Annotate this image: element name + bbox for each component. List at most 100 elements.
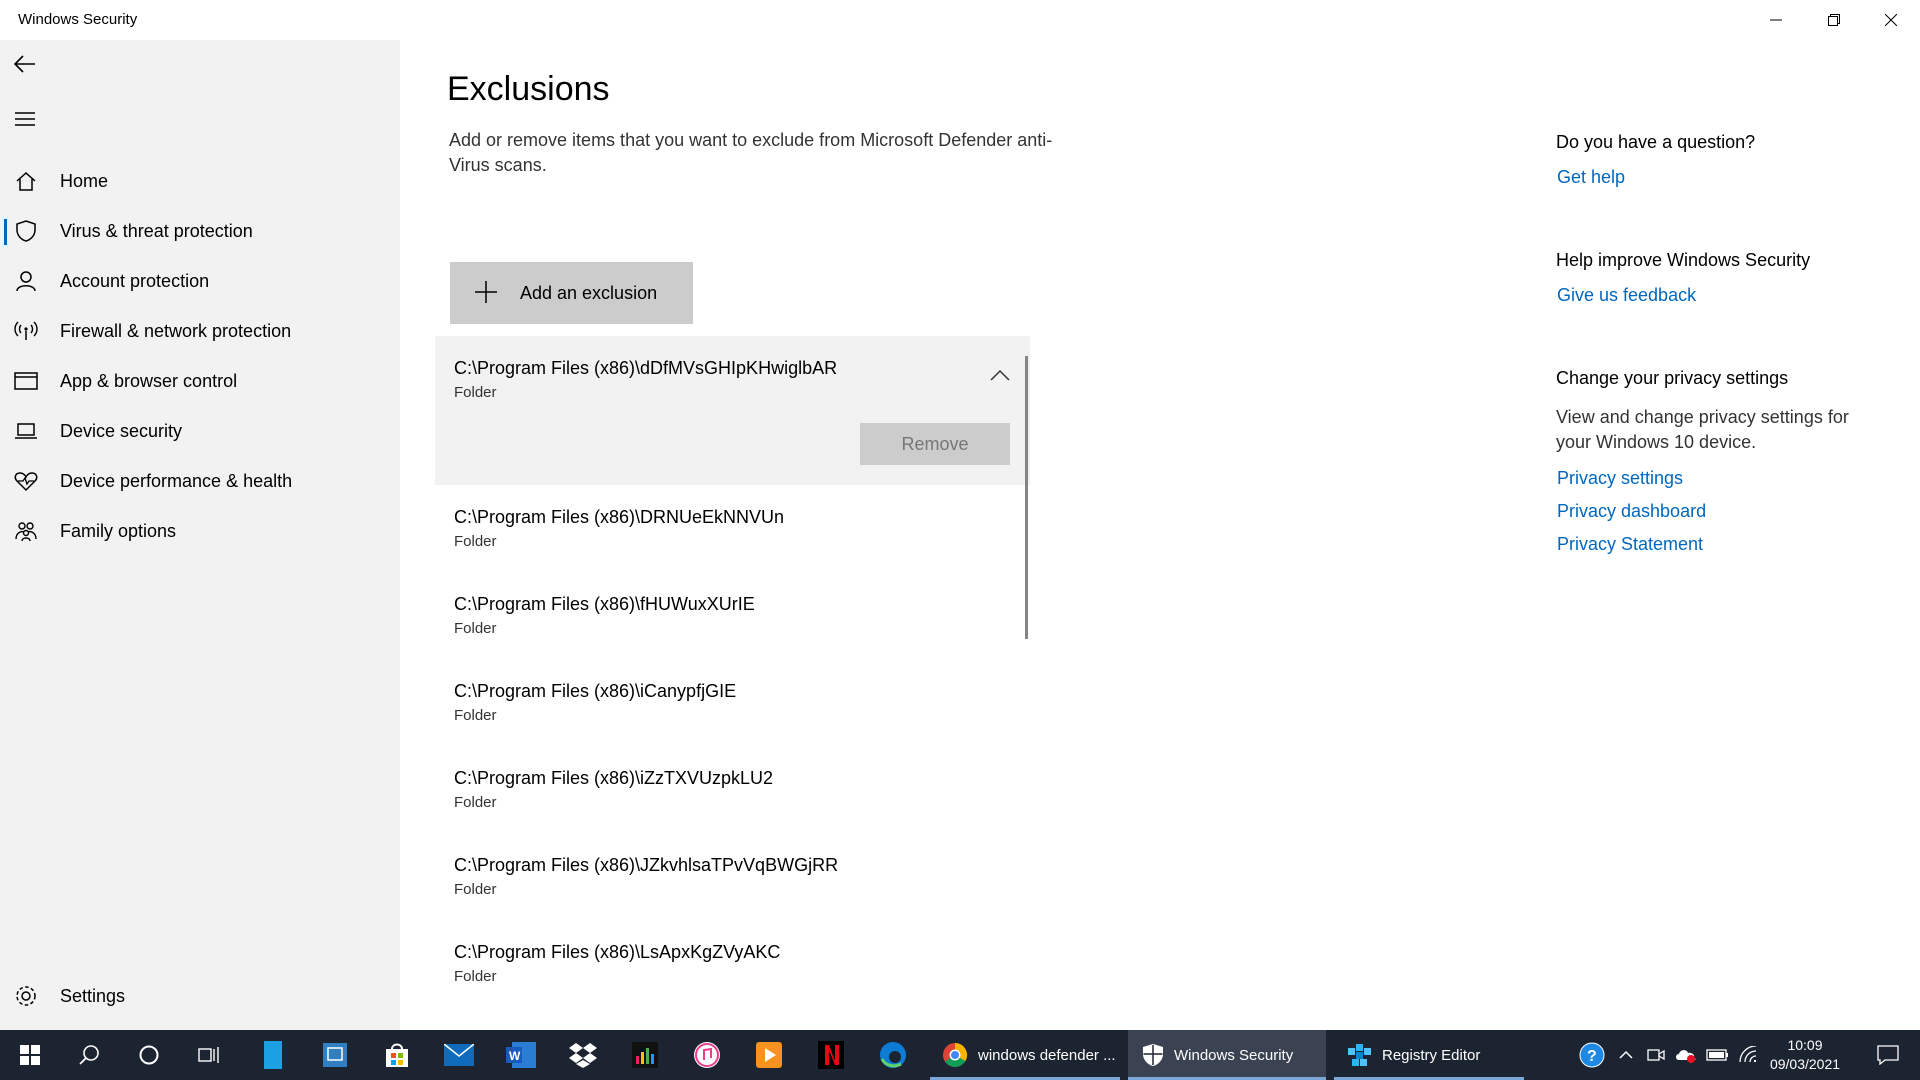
dropbox-taskbar[interactable] xyxy=(554,1030,612,1080)
right-panel: Do you have a question? Get help Help im… xyxy=(1556,40,1920,1030)
sidebar-item-account-protection[interactable]: Account protection xyxy=(0,258,400,304)
edge-taskbar[interactable] xyxy=(864,1030,922,1080)
taskbar-window-registry-editor[interactable]: Registry Editor xyxy=(1334,1030,1524,1080)
start-button[interactable] xyxy=(0,1030,60,1080)
sidebar-item-settings[interactable]: Settings xyxy=(0,973,400,1019)
exclusion-type: Folder xyxy=(454,384,497,401)
exclusion-item[interactable]: C:\Program Files (x86)\dDfMVsGHIpKHwiglb… xyxy=(435,336,1030,485)
task-view-button[interactable] xyxy=(180,1030,238,1080)
sidebar-item-device-security[interactable]: Device security xyxy=(0,408,400,454)
itunes-icon xyxy=(694,1042,720,1068)
taskbar-window-chrome[interactable]: windows defender ... xyxy=(930,1030,1120,1080)
media-player-icon xyxy=(756,1042,782,1068)
windows-start-icon xyxy=(20,1045,40,1065)
netflix-taskbar[interactable] xyxy=(802,1030,860,1080)
privacy-dashboard-link[interactable]: Privacy dashboard xyxy=(1557,501,1706,522)
restore-icon xyxy=(1828,14,1840,26)
sidebar-item-label: Home xyxy=(60,170,109,191)
taskbar-window-windows-security[interactable]: Windows Security xyxy=(1128,1030,1326,1080)
sidebar-item-device-performance[interactable]: Device performance & health xyxy=(0,458,400,504)
chrome-icon xyxy=(943,1043,968,1067)
onedrive-tray[interactable] xyxy=(1672,1030,1700,1080)
task-view-icon xyxy=(198,1047,219,1063)
battery-tray[interactable] xyxy=(1704,1030,1732,1080)
battery-icon xyxy=(1706,1049,1728,1061)
chevron-up-icon[interactable] xyxy=(989,368,1011,382)
search-button[interactable] xyxy=(60,1030,118,1080)
privacy-description: View and change privacy settings for you… xyxy=(1556,407,1849,452)
wifi-tray[interactable] xyxy=(1734,1030,1762,1080)
action-center-icon xyxy=(1877,1045,1899,1065)
clock[interactable]: 10:09 09/03/2021 xyxy=(1760,1036,1850,1074)
wireless-icon xyxy=(12,317,40,345)
help-icon: ? xyxy=(1579,1042,1605,1068)
cortana-button[interactable] xyxy=(120,1030,178,1080)
word-taskbar[interactable]: W xyxy=(492,1030,550,1080)
audio-app-taskbar[interactable] xyxy=(616,1030,674,1080)
action-center-button[interactable] xyxy=(1860,1030,1916,1080)
main-content: Exclusions Add or remove items that you … xyxy=(400,40,1500,1030)
shield-icon xyxy=(12,217,40,245)
search-icon xyxy=(79,1045,99,1065)
page-description: Add or remove items that you want to exc… xyxy=(449,130,1053,175)
privacy-statement-link[interactable]: Privacy Statement xyxy=(1557,534,1703,555)
sidebar-item-home[interactable]: Home xyxy=(0,158,400,204)
exclusion-type: Folder xyxy=(454,533,497,550)
window-title: Windows Security xyxy=(18,11,138,28)
taskbar-window-label: Registry Editor xyxy=(1382,1046,1481,1064)
store-taskbar[interactable] xyxy=(368,1030,426,1080)
close-button[interactable] xyxy=(1863,0,1919,40)
chevron-up-icon xyxy=(1619,1050,1633,1059)
sidebar-item-label: Device security xyxy=(60,420,183,441)
privacy-settings-link[interactable]: Privacy settings xyxy=(1557,468,1683,489)
question-heading: Do you have a question? xyxy=(1556,132,1756,152)
exclusion-type: Folder xyxy=(454,968,497,985)
file-explorer-taskbar[interactable] xyxy=(244,1030,302,1080)
sidebar-item-label: Settings xyxy=(60,985,126,1006)
home-icon xyxy=(12,167,40,195)
page-title: Exclusions xyxy=(447,70,610,108)
file-explorer-icon xyxy=(264,1041,282,1069)
sidebar-item-family-options[interactable]: Family options xyxy=(0,508,400,554)
meet-now-icon xyxy=(1647,1049,1665,1061)
heart-pulse-icon xyxy=(12,467,40,495)
sidebar-item-virus-threat-protection[interactable]: Virus & threat protection xyxy=(0,208,400,254)
list-scrollbar[interactable] xyxy=(1025,356,1028,639)
exclusion-type: Folder xyxy=(454,707,497,724)
sidebar-item-firewall-network[interactable]: Firewall & network protection xyxy=(0,308,400,354)
get-help-link[interactable]: Get help xyxy=(1557,167,1625,188)
sidebar-item-label: Firewall & network protection xyxy=(60,320,292,341)
back-button[interactable] xyxy=(10,49,40,79)
windows-security-icon xyxy=(1143,1044,1163,1066)
taskbar-window-label: windows defender ... xyxy=(978,1046,1116,1064)
exclusion-path: C:\Program Files (x86)\iCanypfjGIE xyxy=(454,681,737,701)
sidebar-item-app-browser-control[interactable]: App & browser control xyxy=(0,358,400,404)
meet-now-tray[interactable] xyxy=(1644,1030,1668,1080)
svg-text:?: ? xyxy=(1587,1048,1597,1065)
title-bar: Windows Security xyxy=(0,0,1920,40)
restore-button[interactable] xyxy=(1806,0,1862,40)
remove-button[interactable]: Remove xyxy=(860,423,1010,465)
exclusion-type: Folder xyxy=(454,881,497,898)
show-hidden-icons[interactable] xyxy=(1614,1030,1638,1080)
menu-button[interactable] xyxy=(10,104,40,134)
help-tray[interactable]: ? xyxy=(1574,1030,1610,1080)
person-icon xyxy=(12,267,40,295)
media-player-taskbar[interactable] xyxy=(740,1030,798,1080)
snipping-icon xyxy=(323,1043,347,1067)
give-feedback-link[interactable]: Give us feedback xyxy=(1557,285,1696,306)
snipping-taskbar[interactable] xyxy=(306,1030,364,1080)
dropbox-icon xyxy=(569,1043,597,1068)
add-exclusion-button[interactable]: Add an exclusion xyxy=(450,262,693,324)
onedrive-icon xyxy=(1676,1050,1696,1063)
minimize-button[interactable] xyxy=(1748,0,1804,40)
taskbar-window-label: Windows Security xyxy=(1174,1046,1294,1064)
itunes-taskbar[interactable] xyxy=(678,1030,736,1080)
mail-taskbar[interactable] xyxy=(430,1030,488,1080)
sidebar-item-label: App & browser control xyxy=(60,370,238,391)
clock-date: 09/03/2021 xyxy=(1769,1056,1841,1072)
sidebar-item-label: Virus & threat protection xyxy=(60,220,253,241)
exclusion-path: C:\Program Files (x86)\DRNUeEkNNVUn xyxy=(454,507,785,527)
mail-icon xyxy=(444,1044,474,1066)
privacy-heading: Change your privacy settings xyxy=(1556,368,1789,388)
